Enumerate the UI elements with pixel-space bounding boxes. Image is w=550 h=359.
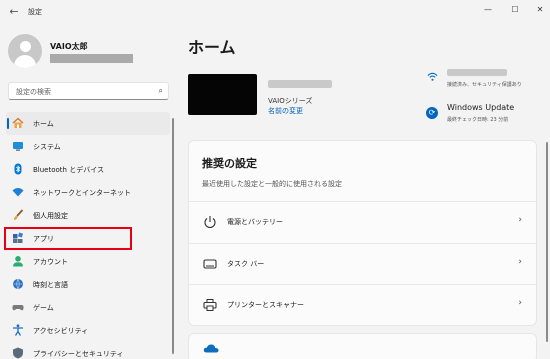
sidebar-item-personalization[interactable]: 個人用設定	[6, 204, 170, 227]
printer-icon	[203, 299, 217, 311]
avatar-body	[14, 55, 36, 68]
gaming-icon	[12, 305, 24, 311]
account-icon	[13, 256, 23, 267]
onedrive-card[interactable]	[188, 333, 537, 359]
taskbar-icon	[203, 259, 217, 269]
recommended-description: 最近使用した設定と一般的に使用される設定	[202, 180, 342, 188]
windows-update-last-checked: 最終チェック日時: 23 分前	[447, 117, 509, 123]
main-scrollbar[interactable]	[546, 142, 548, 342]
device-image	[188, 74, 257, 115]
network-name-redacted	[447, 69, 507, 76]
sidebar-item-label: 個人用設定	[33, 212, 68, 220]
sidebar-item-time-language[interactable]: 時刻と言語	[6, 273, 170, 296]
sidebar-item-label: アカウント	[33, 258, 68, 266]
title-bar: ← 設定 — ☐ ✕	[0, 0, 550, 26]
wifi-icon	[427, 72, 438, 81]
recommended-title: 推奨の設定	[202, 157, 257, 170]
network-icon	[12, 188, 24, 197]
chevron-right-icon: ›	[518, 298, 522, 308]
search-placeholder: 設定の検索	[16, 88, 51, 96]
sidebar-item-label: Bluetooth とデバイス	[33, 166, 104, 174]
back-arrow-icon[interactable]: ←	[7, 5, 21, 19]
user-name: VAIO太郎	[50, 42, 88, 51]
recommended-item-label: タスク バー	[227, 260, 265, 268]
sidebar-item-label: ゲーム	[33, 304, 54, 312]
power-icon	[204, 216, 216, 229]
device-name-redacted	[268, 80, 332, 88]
recommended-item-printers[interactable]: プリンターとスキャナー ›	[189, 284, 536, 324]
time-language-icon	[13, 278, 23, 290]
recommended-item-label: 電源とバッテリー	[227, 218, 283, 226]
apps-highlight-box	[4, 227, 132, 250]
avatar[interactable]	[8, 34, 42, 68]
sidebar-scrollbar[interactable]	[172, 118, 174, 354]
brush-icon	[14, 209, 24, 220]
active-indicator	[7, 118, 9, 129]
app-title: 設定	[28, 8, 42, 16]
sidebar-item-label: ホーム	[33, 120, 54, 128]
sidebar-item-accessibility[interactable]: アクセシビリティ	[6, 319, 170, 342]
sidebar-item-label: プライバシーとセキュリティ	[33, 350, 124, 358]
maximize-button[interactable]: ☐	[507, 3, 523, 17]
user-email-redacted	[50, 54, 133, 63]
sidebar-item-network[interactable]: ネットワークとインターネット	[6, 181, 170, 204]
accessibility-icon	[13, 324, 23, 336]
minimize-button[interactable]: —	[480, 3, 496, 17]
sidebar-item-privacy[interactable]: プライバシーとセキュリティ	[6, 342, 170, 359]
home-icon	[12, 117, 24, 128]
windows-update-title[interactable]: Windows Update	[447, 103, 514, 112]
system-icon	[13, 142, 23, 151]
rename-link[interactable]: 名前の変更	[268, 106, 303, 116]
sidebar-item-bluetooth[interactable]: Bluetooth とデバイス	[6, 158, 170, 181]
device-series: VAIOシリーズ	[268, 97, 313, 105]
settings-window: ← 設定 — ☐ ✕ VAIO太郎 設定の検索 ⌕ ホーム システム Bluet…	[0, 0, 550, 359]
bluetooth-icon	[14, 163, 22, 175]
onedrive-icon	[203, 344, 219, 353]
page-title: ホーム	[188, 38, 236, 57]
sidebar-item-label: システム	[33, 143, 61, 151]
sidebar-item-label: 時刻と言語	[33, 281, 68, 289]
chevron-right-icon: ›	[518, 215, 522, 225]
close-button[interactable]: ✕	[532, 3, 548, 17]
avatar-head	[20, 41, 31, 52]
search-input[interactable]: 設定の検索 ⌕	[8, 82, 169, 100]
search-icon[interactable]: ⌕	[159, 86, 163, 96]
sidebar-item-label: アクセシビリティ	[33, 327, 89, 335]
sidebar-item-gaming[interactable]: ゲーム	[6, 296, 170, 319]
chevron-right-icon: ›	[518, 257, 522, 267]
sidebar-item-label: ネットワークとインターネット	[33, 189, 131, 197]
recommended-item-power[interactable]: 電源とバッテリー ›	[189, 201, 536, 241]
sidebar-item-system[interactable]: システム	[6, 135, 170, 158]
privacy-icon	[13, 347, 23, 359]
recommended-item-label: プリンターとスキャナー	[227, 301, 304, 309]
sidebar-item-home[interactable]: ホーム	[6, 112, 170, 135]
network-status[interactable]: 接続済み、セキュリティ保護あり	[447, 81, 522, 88]
recommended-item-taskbar[interactable]: タスク バー ›	[189, 243, 536, 283]
windows-update-icon: ⟳	[426, 107, 438, 119]
sidebar-item-accounts[interactable]: アカウント	[6, 250, 170, 273]
